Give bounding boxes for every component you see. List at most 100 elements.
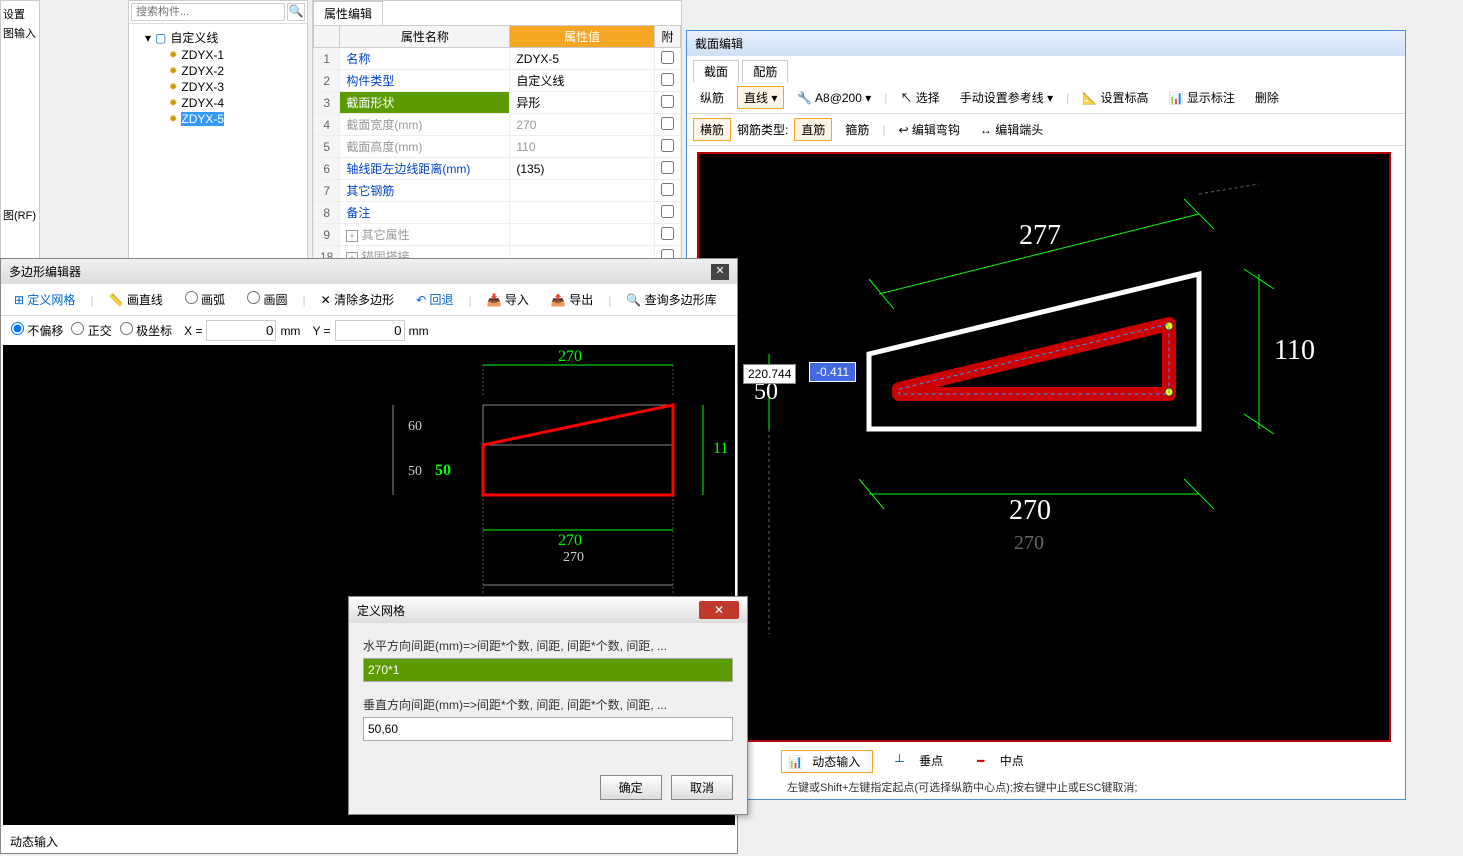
component-icon: ✹ xyxy=(169,50,177,61)
component-icon: ✹ xyxy=(169,66,177,77)
tree-item[interactable]: ✹ ZDYX-2 xyxy=(133,63,303,79)
svg-text:50: 50 xyxy=(408,464,422,479)
left-item[interactable]: 图输入 xyxy=(3,25,37,41)
property-panel: 属性编辑 属性名称 属性值 附 1名称ZDYX-52构件类型自定义线3截面形状异… xyxy=(312,0,682,260)
btn-clear-polygon[interactable]: ✕ 清除多边形 xyxy=(314,288,401,311)
btn-edit-end[interactable]: ↔ 编辑端头 xyxy=(973,118,1050,141)
radio-no-offset[interactable]: 不偏移 xyxy=(7,322,63,339)
section-hint: 左键或Shift+左键指定起点(可选择纵筋中心点);按右键中止或ESC键取消; xyxy=(787,779,1138,795)
section-toolbar-2: 横筋 钢筋类型: 直筋 箍筋 | ↩ 编辑弯钩 ↔ 编辑端头 xyxy=(687,114,1405,146)
tree-item[interactable]: ✹ ZDYX-3 xyxy=(133,79,303,95)
close-icon[interactable]: ✕ xyxy=(711,264,729,280)
tree-item[interactable]: ✹ ZDYX-1 xyxy=(133,47,303,63)
polygon-toolbar: ⊞ 定义网格 | 📏 画直线 画弧 画圆 | ✕ 清除多边形 ↶ 回退 | 📥 … xyxy=(1,284,737,316)
property-row[interactable]: 7其它钢筋 xyxy=(314,180,681,202)
tree: ▾ ▢ 自定义线 ✹ ZDYX-1✹ ZDYX-2✹ ZDYX-3✹ ZDYX-… xyxy=(129,24,307,131)
section-snap-bar: 📊 动态输入 ┴ 垂点 ━ 中点 xyxy=(777,746,1040,777)
y-label: Y = xyxy=(312,324,330,338)
btn-perpendicular[interactable]: ┴ 垂点 xyxy=(883,750,955,773)
btn-draw-circle[interactable]: 画圆 xyxy=(240,288,294,311)
property-row[interactable]: 8备注 xyxy=(314,202,681,224)
grid-dialog-title: 定义网格 xyxy=(357,602,405,619)
property-row[interactable]: 2构件类型自定义线 xyxy=(314,70,681,92)
btn-set-elevation[interactable]: 📐 设置标高 xyxy=(1075,86,1155,109)
tree-item[interactable]: ✹ ZDYX-4 xyxy=(133,95,303,111)
property-row[interactable]: 5截面高度(mm)110 xyxy=(314,136,681,158)
btn-hengjin[interactable]: 横筋 xyxy=(693,118,731,141)
btn-export[interactable]: 📤 导出 xyxy=(544,288,600,311)
btn-edit-hook[interactable]: ↩ 编辑弯钩 xyxy=(892,118,967,141)
radio-polar[interactable]: 极坐标 xyxy=(116,322,172,339)
section-toolbar-1: 纵筋 直线 ▾ 🔧 A8@200 ▾ | ↖ 选择 手动设置参考线 ▾ | 📐 … xyxy=(687,82,1405,114)
component-tree-panel: 🔍 ▾ ▢ 自定义线 ✹ ZDYX-1✹ ZDYX-2✹ ZDYX-3✹ ZDY… xyxy=(128,0,308,260)
col-name: 属性名称 xyxy=(340,26,510,48)
svg-text:270: 270 xyxy=(563,550,584,565)
btn-select[interactable]: ↖ 选择 xyxy=(893,86,946,109)
cancel-button[interactable]: 取消 xyxy=(671,775,733,800)
btn-show-annotation[interactable]: 📊 显示标注 xyxy=(1162,86,1242,109)
btn-draw-arc[interactable]: 画弧 xyxy=(178,288,232,311)
btn-draw-line[interactable]: 📏 画直线 xyxy=(102,288,170,311)
label-rebar-type: 钢筋类型: xyxy=(737,121,788,138)
vertical-label: 垂直方向间距(mm)=>间距*个数, 间距, 间距*个数, 间距, ... xyxy=(363,696,733,713)
section-title: 截面编辑 xyxy=(687,31,1405,56)
left-item[interactable]: 图(RF) xyxy=(3,207,37,223)
btn-delete[interactable]: 删除 xyxy=(1248,86,1286,109)
coord-readout: 220.744 xyxy=(743,364,796,384)
search-icon[interactable]: 🔍 xyxy=(287,3,305,21)
horizontal-input[interactable] xyxy=(363,658,733,682)
y-input[interactable] xyxy=(335,320,405,341)
search-input[interactable] xyxy=(131,3,285,21)
radio-ortho[interactable]: 正交 xyxy=(67,322,111,339)
svg-text:270: 270 xyxy=(558,348,582,365)
tree-root[interactable]: ▾ ▢ 自定义线 xyxy=(133,28,303,47)
dim-bottom: 270 xyxy=(1009,495,1051,526)
close-icon[interactable]: ✕ xyxy=(699,601,739,619)
ok-button[interactable]: 确定 xyxy=(600,775,662,800)
btn-set-refline[interactable]: 手动设置参考线 ▾ xyxy=(953,86,1060,109)
btn-undo[interactable]: ↶ 回退 xyxy=(409,288,460,311)
tree-item[interactable]: ✹ ZDYX-5 xyxy=(133,111,303,127)
vertical-input[interactable] xyxy=(363,717,733,741)
section-canvas[interactable]: 277 110 50 270 270 2 xyxy=(697,152,1391,742)
property-table: 属性名称 属性值 附 1名称ZDYX-52构件类型自定义线3截面形状异形4截面宽… xyxy=(313,25,681,290)
section-editor-panel: 截面编辑 截面 配筋 纵筋 直线 ▾ 🔧 A8@200 ▾ | ↖ 选择 手动设… xyxy=(686,30,1406,800)
polygon-editor-title: 多边形编辑器 xyxy=(9,263,81,280)
left-sidebar: 设置 图输入 图(RF) xyxy=(0,0,40,260)
dim-top: 277 xyxy=(1019,220,1061,251)
dim-grey: 270 xyxy=(1014,532,1044,554)
dim-right: 110 xyxy=(1274,335,1315,366)
property-row[interactable]: 9+其它属性 xyxy=(314,224,681,246)
coord-bar: 不偏移 正交 极坐标 X = mm Y = mm xyxy=(1,316,737,345)
tab-section[interactable]: 截面 xyxy=(693,60,739,82)
btn-dynamic-input[interactable]: 📊 动态输入 xyxy=(781,750,873,773)
tab-rebar[interactable]: 配筋 xyxy=(742,60,788,82)
btn-midpoint[interactable]: ━ 中点 xyxy=(965,750,1036,773)
btn-define-grid[interactable]: ⊞ 定义网格 xyxy=(7,288,82,311)
tree-root-label: 自定义线 xyxy=(170,29,218,46)
property-row[interactable]: 4截面宽度(mm)270 xyxy=(314,114,681,136)
property-row[interactable]: 6轴线距左边线距离(mm)(135) xyxy=(314,158,681,180)
component-icon: ✹ xyxy=(169,82,177,93)
rebar-spec-dropdown[interactable]: 🔧 A8@200 ▾ xyxy=(790,88,878,108)
svg-text:11: 11 xyxy=(713,440,728,457)
col-attach: 附 xyxy=(655,26,681,48)
property-row[interactable]: 3截面形状异形 xyxy=(314,92,681,114)
svg-text:50: 50 xyxy=(435,462,451,479)
tab-property-edit[interactable]: 属性编辑 xyxy=(313,1,383,25)
x-label: X = xyxy=(184,324,202,338)
btn-import[interactable]: 📥 导入 xyxy=(480,288,536,311)
btn-straight-bar[interactable]: 直筋 xyxy=(794,118,832,141)
horizontal-label: 水平方向间距(mm)=>间距*个数, 间距, 间距*个数, 间距, ... xyxy=(363,637,733,654)
x-input[interactable] xyxy=(206,320,276,341)
collapse-icon[interactable]: ▾ xyxy=(145,31,151,45)
status-bar[interactable]: 动态输入 xyxy=(0,827,68,856)
define-grid-dialog: 定义网格 ✕ 水平方向间距(mm)=>间距*个数, 间距, 间距*个数, 间距,… xyxy=(348,596,748,815)
btn-query-lib[interactable]: 🔍 查询多边形库 xyxy=(619,288,723,311)
btn-stirrup[interactable]: 箍筋 xyxy=(838,118,876,141)
coord-tooltip: -0.411 xyxy=(809,362,856,382)
btn-line[interactable]: 直线 ▾ xyxy=(737,86,784,109)
btn-zongjin[interactable]: 纵筋 xyxy=(693,86,731,109)
property-row[interactable]: 1名称ZDYX-5 xyxy=(314,48,681,70)
left-item[interactable]: 设置 xyxy=(3,6,37,22)
